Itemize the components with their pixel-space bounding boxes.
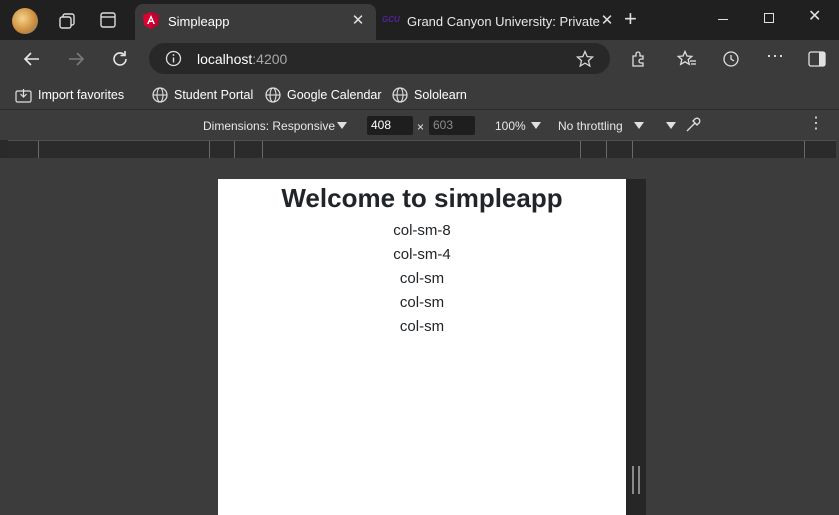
favorite-google-calendar[interactable]: Google Calendar [265, 86, 382, 104]
tab-gcu[interactable]: GCU Grand Canyon University: Private ✕ [376, 4, 620, 40]
navigation-toolbar: localhost:4200 ⋯ [0, 40, 839, 78]
tab-actions-icon[interactable] [100, 12, 116, 28]
favorite-star-icon[interactable] [576, 50, 594, 68]
throttling-dropdown[interactable]: No throttling [558, 119, 623, 133]
column-text: col-sm [399, 318, 445, 335]
close-icon[interactable]: ✕ [349, 12, 367, 30]
height-input[interactable]: 603 [429, 116, 475, 135]
favorite-import[interactable]: Import favorites [15, 86, 124, 104]
import-favorites-icon [15, 88, 32, 103]
address-bar[interactable]: localhost:4200 [149, 43, 610, 74]
ruler-tick [234, 141, 235, 158]
url-host: localhost [197, 51, 253, 67]
chevron-down-icon[interactable] [531, 122, 541, 129]
tab-simpleapp[interactable]: Simpleapp ✕ [135, 4, 376, 40]
emulated-page: Welcome to simpleapp col-sm-8 col-sm-4 c… [218, 179, 626, 515]
minimize-icon[interactable] [718, 19, 728, 20]
media-query-ruler [8, 140, 836, 158]
globe-icon [392, 87, 408, 103]
favorite-student-portal[interactable]: Student Portal [152, 86, 253, 104]
angular-icon [143, 12, 159, 29]
dimensions-dropdown[interactable]: Dimensions: Responsive [203, 119, 335, 133]
ruler-tick [580, 141, 581, 158]
more-options-icon[interactable]: ⋯ [766, 46, 784, 67]
profile-avatar[interactable] [12, 8, 38, 34]
history-icon[interactable] [722, 50, 740, 68]
favorites-icon[interactable] [677, 50, 697, 68]
column-text: col-sm [399, 270, 445, 287]
column-text: col-sm [399, 294, 445, 311]
close-window-icon[interactable]: ✕ [808, 8, 821, 26]
column-text: col-sm-4 [393, 246, 451, 263]
zoom-dropdown[interactable]: 100% [495, 119, 526, 133]
url-text[interactable]: localhost:4200 [197, 51, 287, 67]
eyedropper-icon[interactable] [684, 116, 702, 134]
forward-icon[interactable] [67, 50, 85, 68]
ruler-tick [804, 141, 805, 158]
favorite-label: Google Calendar [287, 88, 382, 102]
times-sign: × [417, 120, 425, 134]
favorite-label: Student Portal [174, 88, 254, 102]
chevron-down-icon[interactable] [666, 122, 676, 129]
width-input[interactable]: 408 [367, 116, 413, 135]
new-tab-icon[interactable]: + [624, 8, 637, 30]
viewport-resize-handle[interactable] [626, 179, 646, 515]
close-icon[interactable]: ✕ [598, 12, 616, 30]
resize-grip-icon[interactable] [632, 466, 640, 494]
gcu-icon: GCU [382, 15, 400, 24]
device-toolbar: Dimensions: Responsive 408 × 603 100% No… [8, 112, 835, 139]
ruler-tick [38, 141, 39, 158]
back-icon[interactable] [23, 50, 41, 68]
favorites-bar: Import favorites Student Portal Google C… [0, 78, 839, 110]
kebab-menu-icon[interactable]: ⋮ [808, 115, 824, 133]
tab-title: Grand Canyon University: Private [407, 14, 600, 29]
ruler-tick [606, 141, 607, 158]
favorite-label: Import favorites [38, 88, 125, 102]
page-heading: Welcome to simpleapp [281, 183, 563, 213]
site-info-icon[interactable] [165, 50, 182, 67]
chevron-down-icon[interactable] [634, 122, 644, 129]
globe-icon [152, 87, 168, 103]
url-port: :4200 [252, 51, 288, 67]
maximize-icon[interactable] [764, 13, 774, 23]
ruler-tick [262, 141, 263, 158]
extensions-icon[interactable] [629, 50, 647, 68]
favorite-label: Sololearn [414, 88, 467, 102]
favorite-sololearn[interactable]: Sololearn [392, 86, 467, 104]
ruler-tick [632, 141, 633, 158]
tab-title: Simpleapp [168, 14, 230, 29]
refresh-icon[interactable] [111, 50, 129, 68]
ruler-tick [209, 141, 210, 158]
workspaces-icon[interactable] [58, 12, 76, 30]
chevron-down-icon[interactable] [337, 122, 347, 129]
globe-icon [265, 87, 281, 103]
sidebar-toggle-icon[interactable] [808, 51, 826, 67]
title-bar: Simpleapp ✕ GCU Grand Canyon University:… [0, 0, 839, 40]
column-text: col-sm-8 [393, 222, 451, 239]
